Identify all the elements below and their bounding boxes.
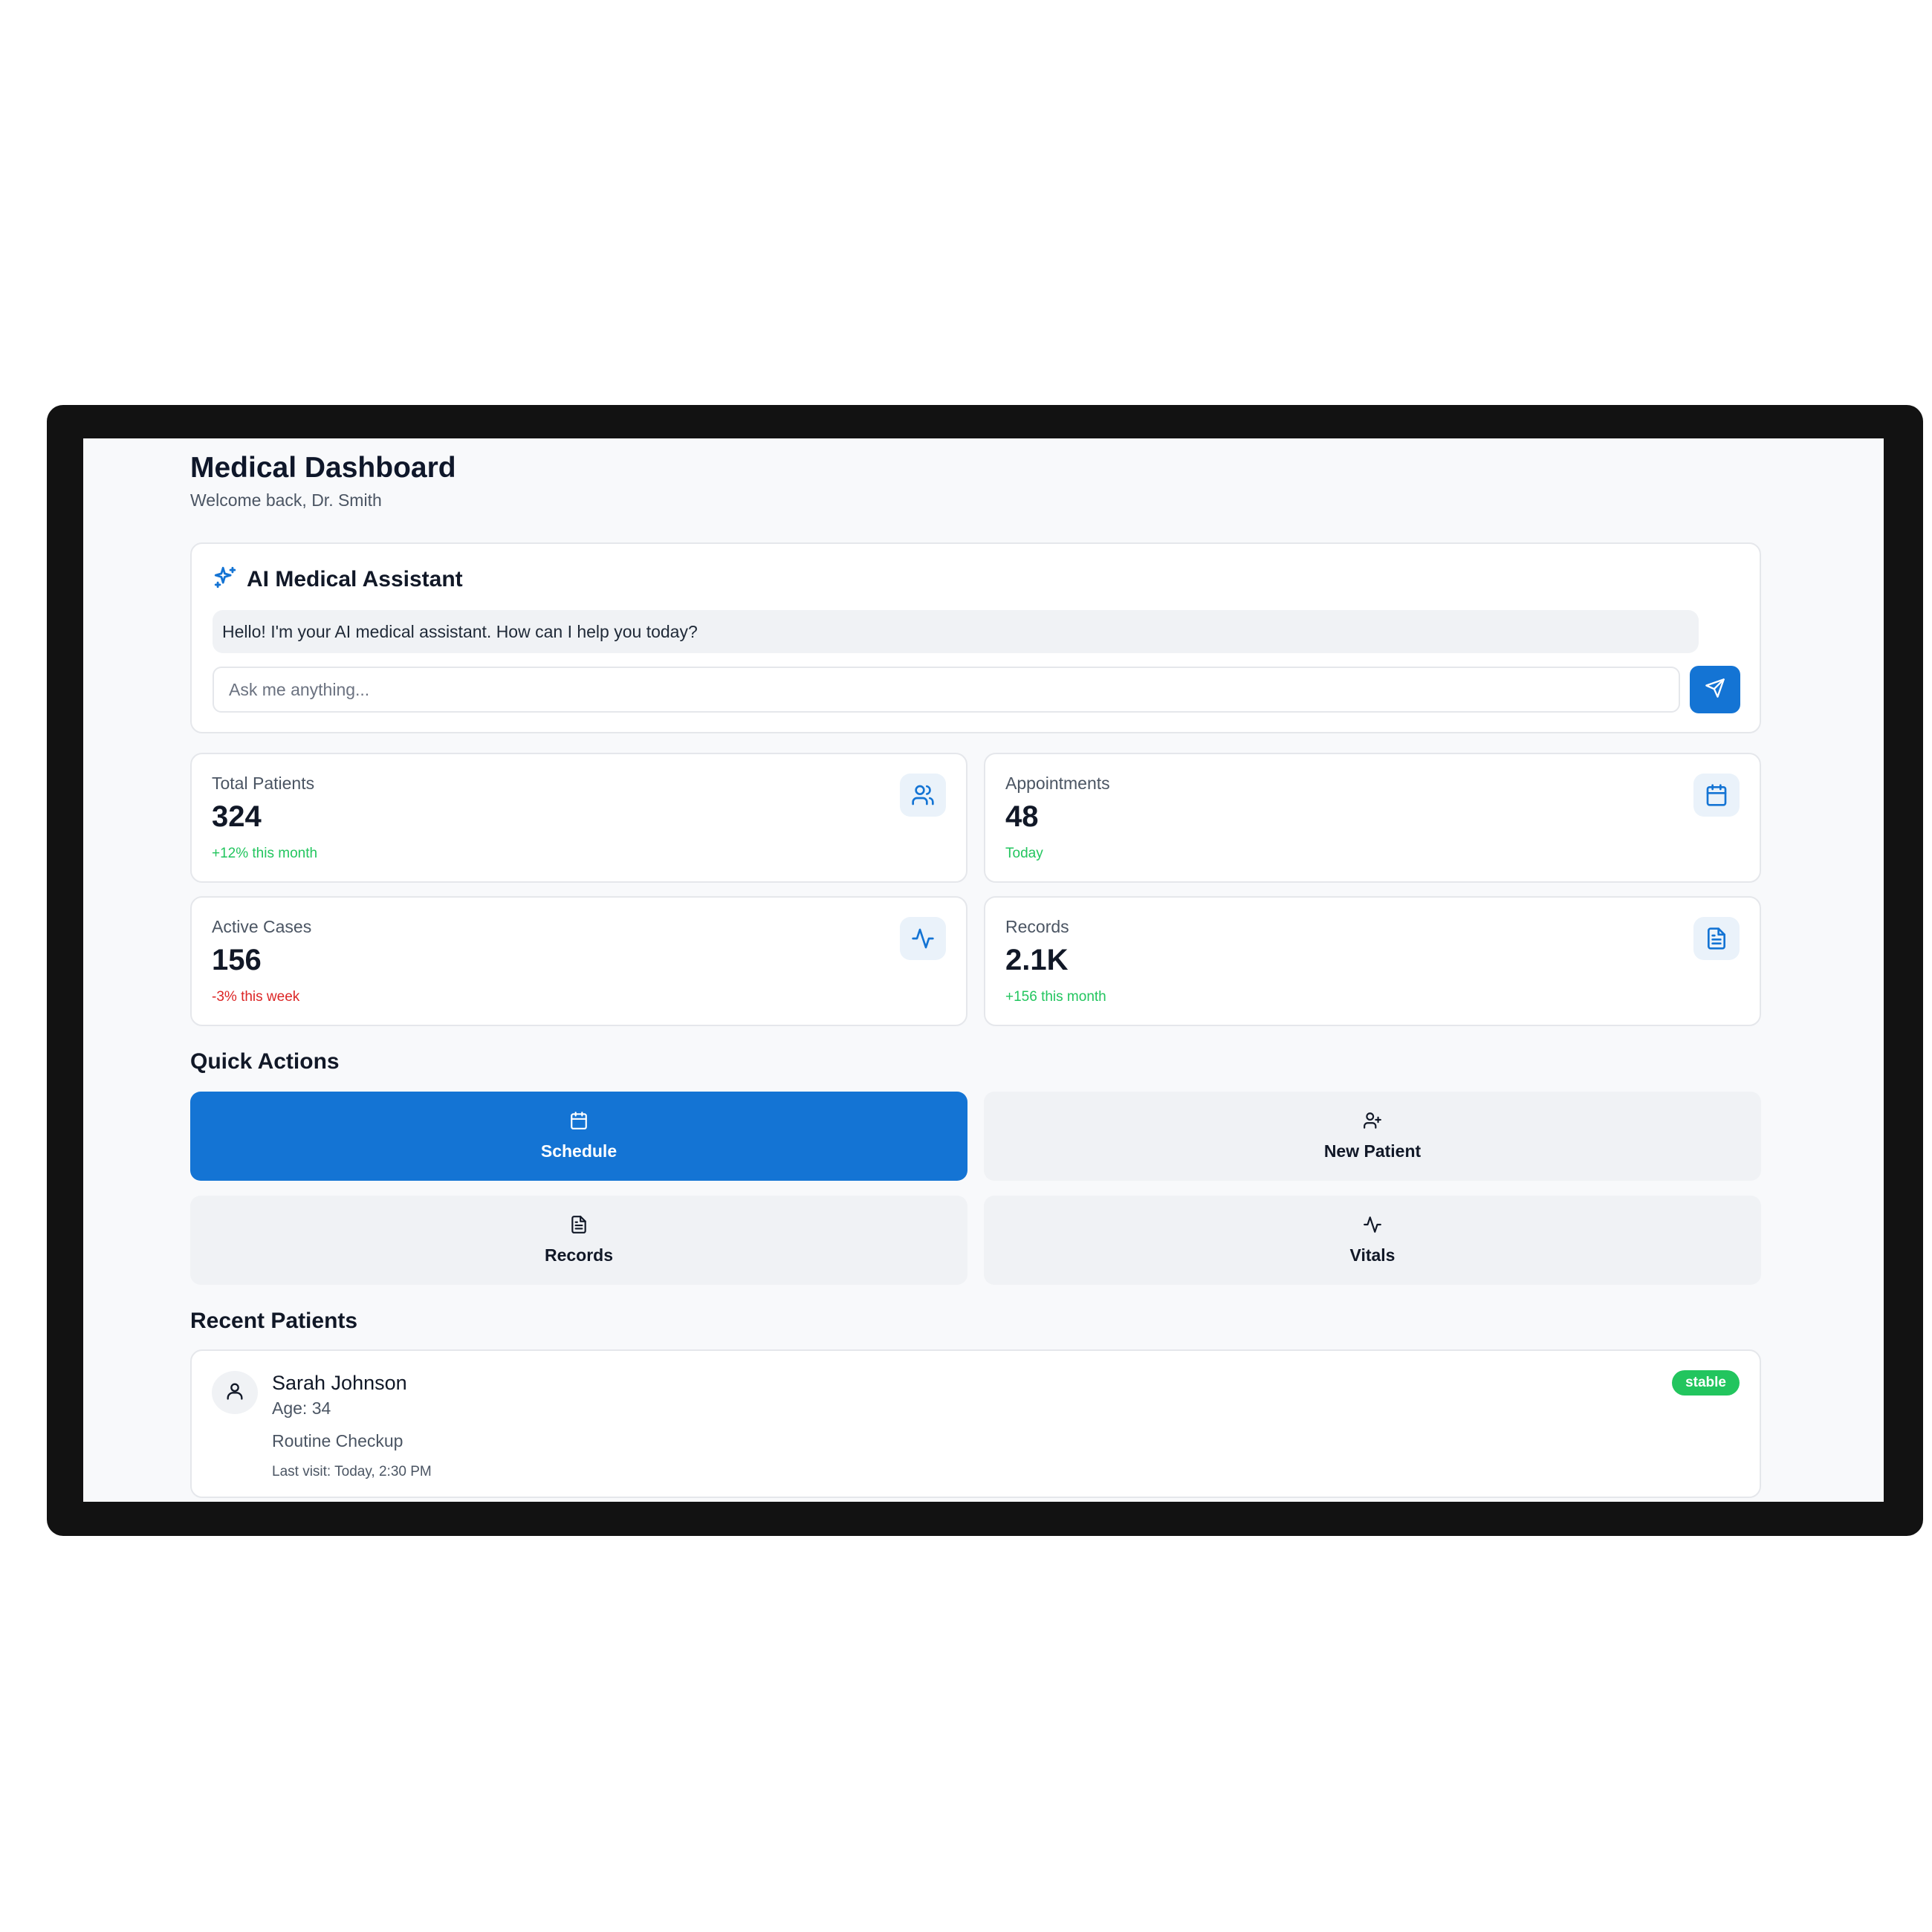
stat-value: 324 xyxy=(212,800,262,833)
stat-value: 48 xyxy=(1005,800,1039,833)
recent-patients-title: Recent Patients xyxy=(190,1309,358,1333)
welcome-text: Welcome back, Dr. Smith xyxy=(190,490,382,510)
activity-icon xyxy=(900,917,946,960)
users-icon xyxy=(900,774,946,817)
page-title: Medical Dashboard xyxy=(190,452,456,484)
user-icon xyxy=(224,1381,245,1405)
ai-assistant-header: AI Medical Assistant xyxy=(213,565,463,594)
patient-card[interactable]: Sarah Johnson Age: 34 Routine Checkup La… xyxy=(190,1349,1761,1498)
send-icon xyxy=(1705,678,1725,702)
ai-assistant-title: AI Medical Assistant xyxy=(247,566,463,591)
assistant-message: Hello! I'm your AI medical assistant. Ho… xyxy=(213,610,1699,653)
stat-card-active-cases[interactable]: Active Cases 156 -3% this week xyxy=(190,896,967,1026)
records-label: Records xyxy=(544,1245,614,1265)
calendar-icon xyxy=(569,1111,589,1134)
records-button[interactable]: Records xyxy=(190,1196,967,1285)
status-badge: stable xyxy=(1672,1370,1740,1395)
stat-value: 2.1K xyxy=(1005,944,1069,976)
stat-delta: +156 this month xyxy=(1005,989,1106,1005)
stat-label: Records xyxy=(1005,917,1069,936)
schedule-button[interactable]: Schedule xyxy=(190,1092,967,1181)
new-patient-label: New Patient xyxy=(1323,1141,1422,1161)
sparkles-icon xyxy=(213,565,238,594)
ai-assistant-card: AI Medical Assistant Hello! I'm your AI … xyxy=(190,542,1761,733)
patient-last-visit: Last visit: Today, 2:30 PM xyxy=(272,1464,432,1479)
app-screen: Medical Dashboard Welcome back, Dr. Smit… xyxy=(83,438,1884,1502)
stat-label: Total Patients xyxy=(212,774,315,793)
vitals-button[interactable]: Vitals xyxy=(984,1196,1761,1285)
user-plus-icon xyxy=(1363,1111,1382,1134)
stat-delta: Today xyxy=(1005,846,1043,861)
stat-card-appointments[interactable]: Appointments 48 Today xyxy=(984,753,1761,883)
new-patient-button[interactable]: New Patient xyxy=(984,1092,1761,1181)
file-text-icon xyxy=(1693,917,1740,960)
stat-delta: +12% this month xyxy=(212,846,318,861)
activity-icon xyxy=(1363,1215,1382,1238)
schedule-label: Schedule xyxy=(540,1141,617,1161)
send-button[interactable] xyxy=(1690,666,1740,713)
file-text-icon xyxy=(569,1215,589,1238)
quick-actions-title: Quick Actions xyxy=(190,1049,340,1074)
ask-input[interactable] xyxy=(213,667,1680,713)
stat-card-records[interactable]: Records 2.1K +156 this month xyxy=(984,896,1761,1026)
stat-delta: -3% this week xyxy=(212,989,300,1005)
patient-visit-reason: Routine Checkup xyxy=(272,1431,403,1450)
calendar-icon xyxy=(1693,774,1740,817)
stat-label: Appointments xyxy=(1005,774,1110,793)
avatar xyxy=(212,1371,258,1414)
stat-label: Active Cases xyxy=(212,917,312,936)
stat-card-total-patients[interactable]: Total Patients 324 +12% this month xyxy=(190,753,967,883)
vitals-label: Vitals xyxy=(1349,1245,1395,1265)
dashboard-content: Medical Dashboard Welcome back, Dr. Smit… xyxy=(190,450,1761,1498)
patient-name: Sarah Johnson xyxy=(272,1372,407,1394)
patient-age: Age: 34 xyxy=(272,1398,331,1418)
stat-value: 156 xyxy=(212,944,262,976)
